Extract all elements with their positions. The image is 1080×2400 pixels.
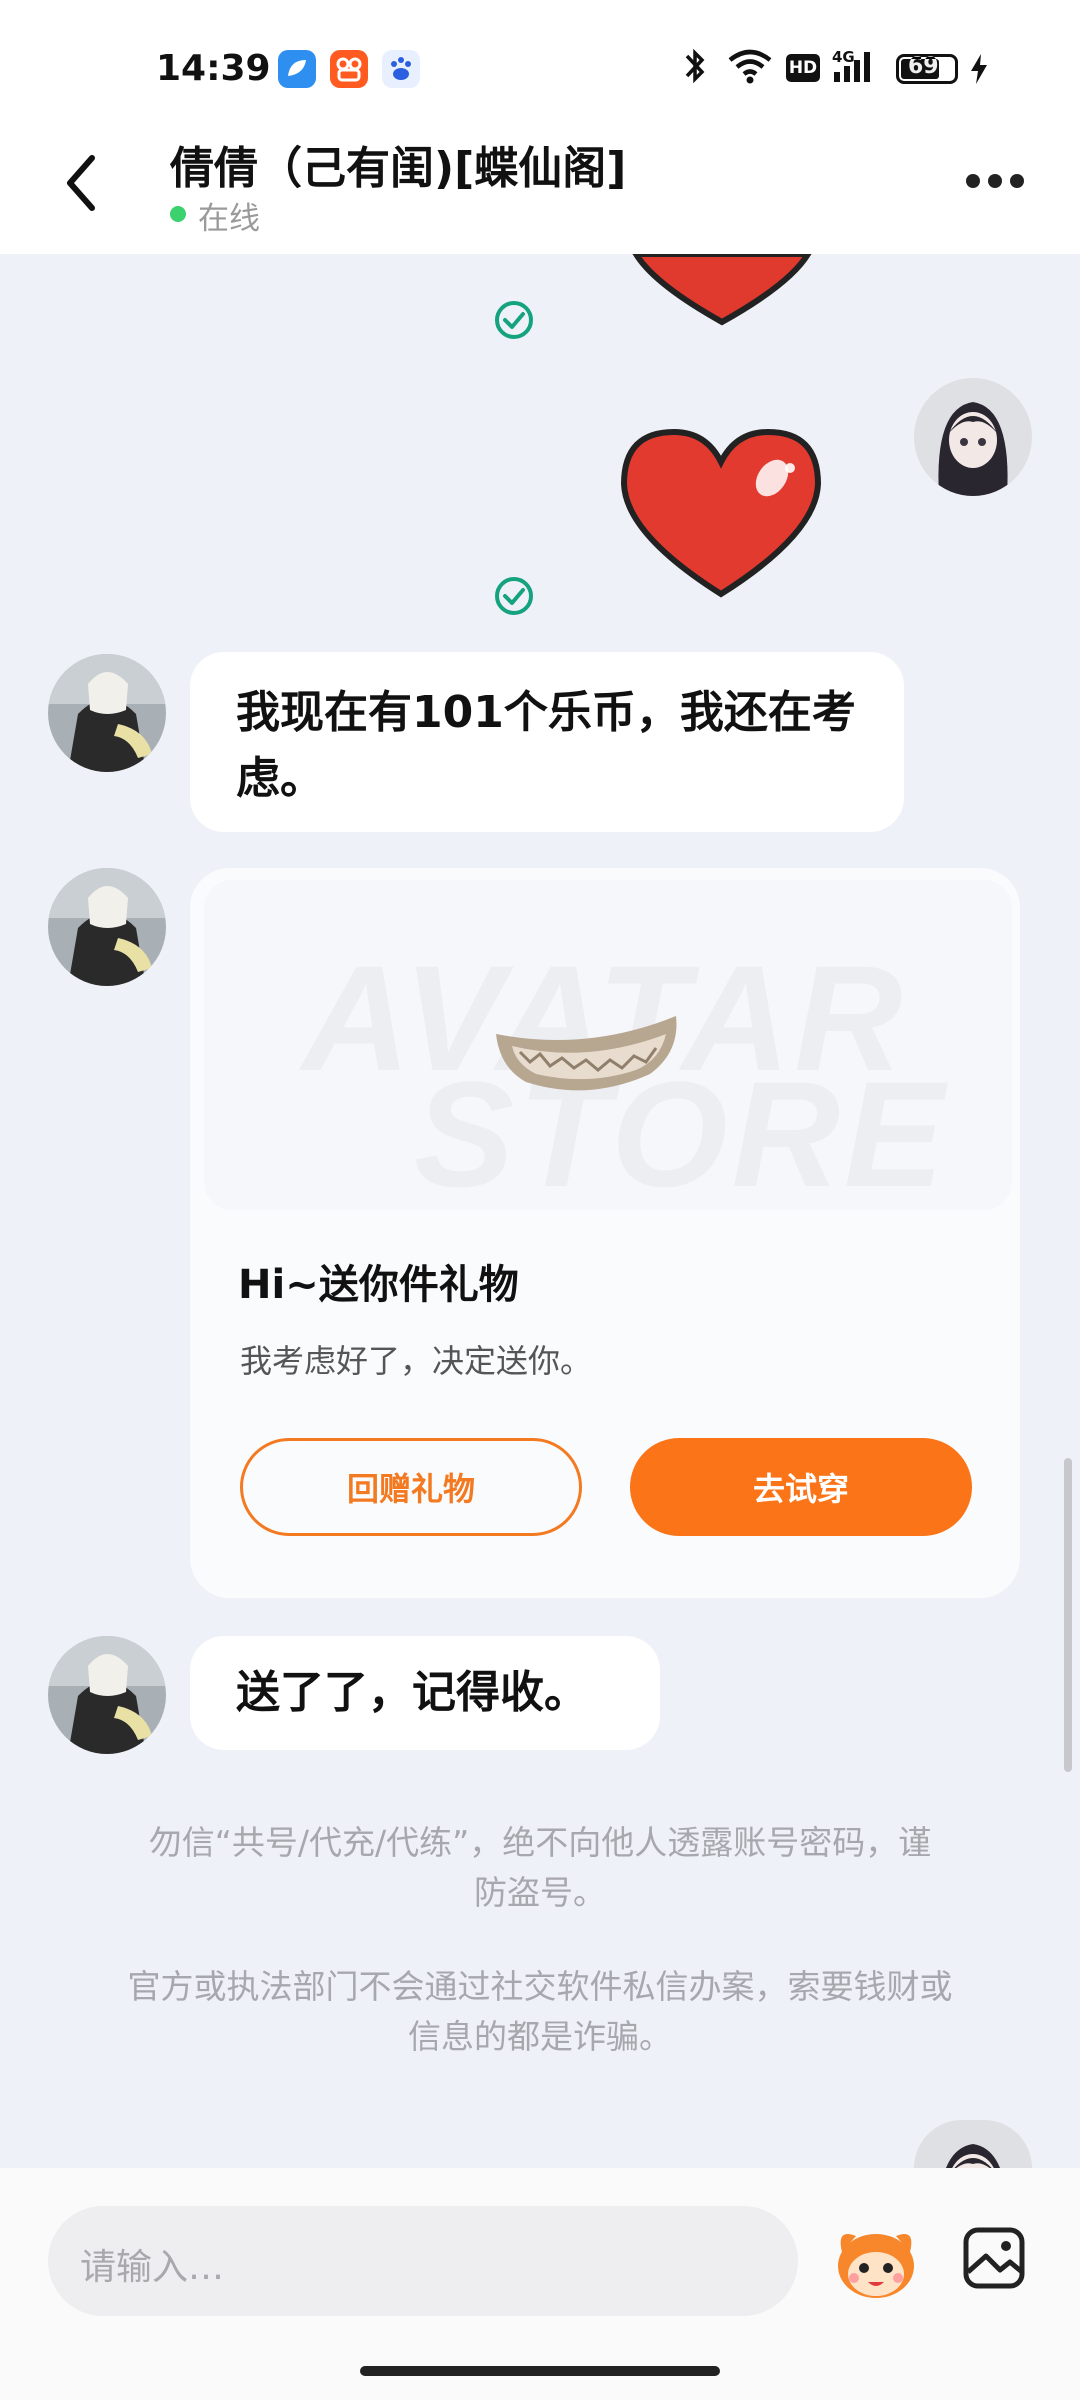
message-text: 送了了，记得收。 xyxy=(236,1667,588,1718)
avatar[interactable] xyxy=(914,2120,1032,2168)
signal-icon xyxy=(834,52,870,82)
notice-line: 防盗号。 xyxy=(474,1873,606,1912)
gift-title: Hi~送你件礼物 xyxy=(238,1262,519,1308)
notice-line: 信息的都是诈骗。 xyxy=(408,2017,672,2056)
more-icon[interactable] xyxy=(966,170,1026,194)
bluetooth-icon xyxy=(685,48,705,84)
fraud-notice: 官方或执法部门不会通过社交软件私信办案，索要钱财或 信息的都是诈骗。 xyxy=(0,1962,1080,2062)
security-notice: 勿信“共号/代充/代练”，绝不向他人透露账号密码，谨 防盗号。 xyxy=(0,1818,1080,1918)
gift-item-image xyxy=(496,1016,677,1091)
contact-name: 倩倩（己有闺)[蝶仙阁] xyxy=(170,143,627,194)
input-placeholder: 请输入… xyxy=(80,2247,225,2288)
scrollbar[interactable] xyxy=(1064,1458,1072,1772)
notice-line: 勿信“共号/代充/代练”，绝不向他人透露账号密码，谨 xyxy=(148,1823,932,1862)
avatar[interactable] xyxy=(914,378,1032,496)
online-status: 在线 xyxy=(198,201,260,237)
video-app-icon xyxy=(330,50,368,88)
wifi-icon xyxy=(728,49,772,84)
hd-badge: HD xyxy=(786,54,820,82)
message-bubble: 送了了，记得收。 xyxy=(190,1636,660,1750)
check-icon xyxy=(495,577,533,615)
gift-image: AVATAR STORE xyxy=(204,880,1012,1210)
online-indicator xyxy=(170,206,186,222)
check-icon xyxy=(495,301,533,339)
baidu-app-icon xyxy=(382,50,420,88)
heart-sticker xyxy=(620,428,822,598)
avatar[interactable] xyxy=(48,1636,166,1754)
battery-level: 69 xyxy=(908,54,939,79)
image-icon[interactable] xyxy=(962,2226,1026,2290)
status-time: 14:39 xyxy=(156,48,271,89)
home-indicator[interactable] xyxy=(360,2366,720,2376)
heart-sticker xyxy=(632,254,812,326)
return-gift-button[interactable]: 回赠礼物 xyxy=(240,1438,582,1536)
avatar[interactable] xyxy=(48,654,166,772)
try-on-button[interactable]: 去试穿 xyxy=(630,1438,972,1536)
notice-line: 官方或执法部门不会通过社交软件私信办案，索要钱财或 xyxy=(127,1967,953,2006)
avatar[interactable] xyxy=(48,868,166,986)
gift-description: 我考虑好了，决定送你。 xyxy=(240,1342,593,1380)
charging-icon xyxy=(971,54,987,84)
emoji-mascot-icon[interactable] xyxy=(832,2222,920,2302)
back-icon[interactable] xyxy=(60,148,104,218)
message-bubble: 我现在有101个乐币，我还在考虑。 xyxy=(190,652,904,832)
message-text: 我现在有101个乐币，我还在考虑。 xyxy=(236,687,856,804)
app-notification-icon xyxy=(278,50,316,88)
